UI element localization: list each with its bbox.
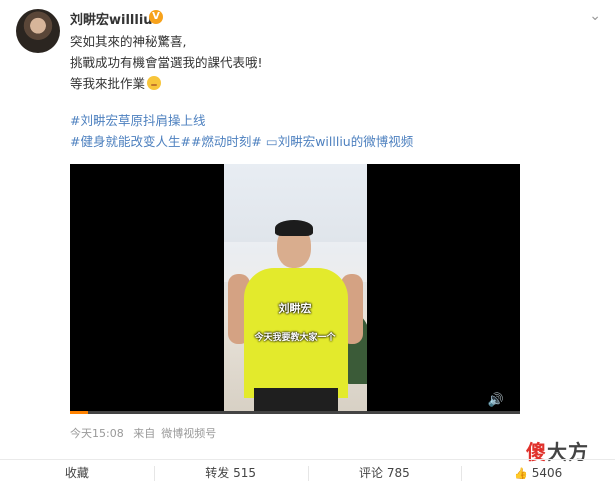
post-line-1: 突如其來的神秘驚喜, xyxy=(70,34,187,49)
post-line-3: 等我來批作業 xyxy=(70,73,590,94)
progress-fill xyxy=(70,411,88,414)
hashtag-line: #刘畊宏草原抖肩操上线 xyxy=(70,110,590,131)
hashtag-link[interactable]: #燃动时刻# xyxy=(191,134,262,149)
avatar[interactable] xyxy=(16,9,60,53)
video-frame[interactable]: 刘畊宏 今天我要教大家一个 xyxy=(224,164,367,414)
progress-track[interactable] xyxy=(70,411,520,414)
post-line-3-text: 等我來批作業 xyxy=(70,76,146,91)
hashtag-link[interactable]: #刘畊宏草原抖肩操上线 xyxy=(70,113,205,128)
video-link[interactable]: ▭刘畊宏willliu的微博视频 xyxy=(266,134,413,149)
volume-icon[interactable]: 🔊 xyxy=(488,393,504,408)
like-button[interactable]: 👍 5406 xyxy=(461,460,615,487)
video-caption-line: 今天我要教大家一个 xyxy=(254,333,336,343)
chevron-down-icon[interactable]: ⌄ xyxy=(589,8,601,24)
username[interactable]: 刘畊宏willliu xyxy=(70,9,153,28)
comment-button[interactable]: 评论 785 xyxy=(307,460,462,487)
post-line-2: 挑戰成功有機會當選我的課代表哦! xyxy=(70,55,263,70)
weibo-post-card: 刘畊宏willliu V ⌄ 突如其來的神秘驚喜, 挑戰成功有機會當選我的課代表… xyxy=(0,0,615,487)
hashtag-link[interactable]: #健身就能改变人生# xyxy=(70,134,191,149)
repost-button[interactable]: 转发 515 xyxy=(153,460,308,487)
post-meta: 今天15:08 来自 微博视频号 xyxy=(70,425,222,441)
verified-badge-icon: V xyxy=(149,10,163,24)
repost-label: 转发 515 xyxy=(205,466,256,480)
comment-label: 评论 785 xyxy=(359,466,410,480)
post-body: 突如其來的神秘驚喜, 挑戰成功有機會當選我的課代表哦! 等我來批作業 #刘畊宏草… xyxy=(70,31,590,152)
source-prefix: 来自 xyxy=(133,427,156,440)
post-source[interactable]: 微博视频号 xyxy=(161,427,216,440)
video-player[interactable]: 刘畊宏 今天我要教大家一个 🔊 xyxy=(70,164,520,414)
action-bar: 收藏 转发 515 评论 785 👍 5406 xyxy=(0,460,615,487)
tags-line: #健身就能改变人生##燃动时刻# ▭刘畊宏willliu的微博视频 xyxy=(70,131,590,152)
favorite-button[interactable]: 收藏 xyxy=(0,460,154,487)
favorite-label: 收藏 xyxy=(64,466,89,480)
like-count: 5406 xyxy=(531,466,563,480)
thumbs-up-icon: 👍 xyxy=(514,467,528,480)
video-caption-name: 刘畊宏 xyxy=(278,302,312,315)
post-time[interactable]: 今天15:08 xyxy=(70,427,124,440)
person-hair xyxy=(275,220,313,236)
smirk-emoji-icon xyxy=(147,76,162,90)
